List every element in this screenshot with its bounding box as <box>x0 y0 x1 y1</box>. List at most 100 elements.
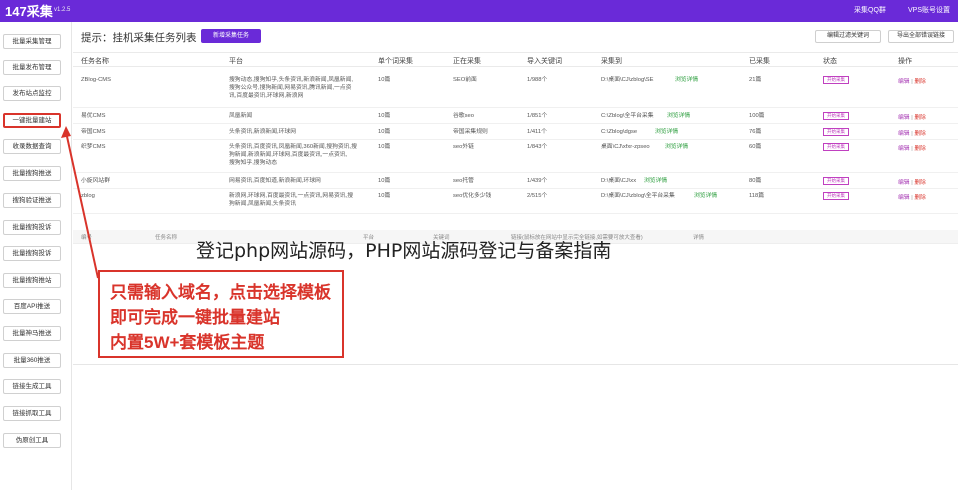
start-collect-button[interactable]: 开始采集 <box>823 76 849 84</box>
collected-count: 21篇 <box>749 77 762 83</box>
col-task-name: 任务名称 <box>81 58 109 65</box>
collected-count: 80篇 <box>749 178 762 184</box>
col-collected: 已采集 <box>749 58 770 65</box>
top-bar: 147采集 v1.2.5 采集QQ群 VPS账号设置 <box>0 0 958 22</box>
task-name: 织梦CMS <box>81 144 106 150</box>
new-task-button[interactable]: 新增采集任务 <box>201 29 261 43</box>
keyword-progress: 2/515个 <box>527 193 548 199</box>
collect-path: D:\桌面\CJ\xx <box>601 178 637 184</box>
view-details-link[interactable]: 浏览详情 <box>644 177 667 185</box>
delete-link[interactable]: 删除 <box>914 146 926 152</box>
task-name: zblog <box>81 193 95 199</box>
sidebar-item-sogou-push[interactable]: 批量搜狗推送 <box>3 166 61 181</box>
sidebar-item-sogou-verify-push[interactable]: 搜狗验证推送 <box>3 193 61 208</box>
delete-link[interactable]: 删除 <box>914 180 926 186</box>
table-row: ZBlog-CMS 搜狗动态,搜狗知乎,头条资讯,新浪新闻,凤凰新闻, 搜狗公众… <box>73 74 958 108</box>
sidebar-item-site-monitor[interactable]: 发布站点监控 <box>3 86 61 101</box>
view-details-link[interactable]: 浏览详情 <box>655 128 678 136</box>
collecting-keyword: 帝国采集规则 <box>453 129 488 135</box>
start-collect-button[interactable]: 开始采集 <box>823 177 849 185</box>
table-row: 帝国CMS 头条资讯,新浪新闻,环球网 10篇 帝国采集规则 1/411个 C:… <box>73 125 958 140</box>
collected-count: 118篇 <box>749 193 765 199</box>
platform-line: 网易资讯,百度知道,新浪新闻,环球网 <box>229 178 321 184</box>
edit-link[interactable]: 编辑 <box>898 195 910 201</box>
single-count: 10篇 <box>378 178 391 184</box>
col-task-name-2: 任务名称 <box>155 235 178 241</box>
col-collecting: 正在采集 <box>453 58 481 65</box>
task-name: ZBlog-CMS <box>81 77 111 83</box>
sidebar-item-index-query[interactable]: 收录数据查询 <box>3 139 61 154</box>
col-collect-to: 采集到 <box>601 58 622 65</box>
sidebar: 批量采集管理 批量发布管理 发布站点监控 一键批量建站 收录数据查询 批量搜狗推… <box>0 22 72 490</box>
app-logo: 147采集 <box>5 4 53 19</box>
collect-path: C:\Zblog\dgse <box>601 129 638 135</box>
view-details-link[interactable]: 浏览详情 <box>694 192 717 200</box>
keyword-progress: 1/851个 <box>527 113 548 119</box>
row-actions: 编辑 | 删除 <box>898 192 926 201</box>
table-header: 任务名称 平台 单个词采集 正在采集 导入关键词 采集到 已采集 状态 操作 <box>73 52 958 67</box>
sidebar-item-sogou-complaint[interactable]: 批量搜狗投诉 <box>3 220 61 235</box>
view-details-link[interactable]: 浏览详情 <box>665 143 688 151</box>
edit-link[interactable]: 编辑 <box>898 180 910 186</box>
table-row: 织梦CMS 头条资讯,百度资讯,凤凰新闻,360新闻,搜狗资讯,搜 狗新闻,新浪… <box>73 141 958 173</box>
sidebar-item-baidu-api-push[interactable]: 百度API推送 <box>3 299 61 314</box>
sidebar-item-sogou-site-push[interactable]: 批量搜狗推站 <box>3 273 61 288</box>
collecting-keyword: seo外链 <box>453 144 474 150</box>
sidebar-item-link-generator[interactable]: 链接生成工具 <box>3 379 61 394</box>
delete-link[interactable]: 删除 <box>914 115 926 121</box>
row-actions: 编辑 | 删除 <box>898 143 926 152</box>
sidebar-item-batch-collect[interactable]: 批量采集管理 <box>3 34 61 49</box>
sidebar-item-link-crawler[interactable]: 链接抓取工具 <box>3 406 61 421</box>
col-number: 编号 <box>81 235 93 241</box>
sidebar-item-sogou-complaint-2[interactable]: 批量搜狗投诉 <box>3 246 61 261</box>
delete-link[interactable]: 删除 <box>914 131 926 137</box>
platform-line: 狗新闻,凤凰新闻,头条资讯 <box>229 201 296 207</box>
overlay-title: 登记php网站源码，PHP网站源码登记与备案指南 <box>196 240 612 262</box>
collected-count: 76篇 <box>749 129 762 135</box>
edit-link[interactable]: 编辑 <box>898 79 910 85</box>
collecting-keyword: seo优化多少钱 <box>453 193 492 199</box>
start-collect-button[interactable]: 开始采集 <box>823 112 849 120</box>
collecting-keyword: seo托管 <box>453 178 474 184</box>
delete-link[interactable]: 删除 <box>914 195 926 201</box>
callout-line-2: 即可完成一键批量建站 <box>110 308 280 327</box>
task-name: 帝国CMS <box>81 129 106 135</box>
collect-path: C:\Zblog\全平台采集 <box>601 113 654 119</box>
collected-count: 100篇 <box>749 113 765 119</box>
sidebar-item-pseudo-original[interactable]: 伪原创工具 <box>3 433 61 448</box>
collect-path: 桌面\CJ\xfxr-zpseo <box>601 144 650 150</box>
start-collect-button[interactable]: 开始采集 <box>823 128 849 136</box>
view-details-link[interactable]: 浏览详情 <box>675 76 698 84</box>
platform-line: 搜狗动态,搜狗知乎,头条资讯,新浪新闻,凤凰新闻, <box>229 77 353 83</box>
edit-link[interactable]: 编辑 <box>898 146 910 152</box>
single-count: 10篇 <box>378 77 391 83</box>
callout-line-3: 内置5W+套模板主题 <box>110 333 265 352</box>
keyword-progress: 1/843个 <box>527 144 548 150</box>
col-status: 状态 <box>823 58 837 65</box>
delete-link[interactable]: 删除 <box>914 79 926 85</box>
nav-qq-group[interactable]: 采集QQ群 <box>854 5 886 15</box>
sidebar-item-one-click-build[interactable]: 一键批量建站 <box>3 113 61 128</box>
platform-line: 狗新闻,新浪新闻,环球网,百度最资讯,一点资讯, <box>229 152 348 158</box>
edit-link[interactable]: 编辑 <box>898 115 910 121</box>
sidebar-item-shenma-push[interactable]: 批量神马推送 <box>3 326 61 341</box>
keyword-progress: 1/988个 <box>527 77 548 83</box>
view-details-link[interactable]: 浏览详情 <box>667 112 690 120</box>
divider <box>73 364 958 365</box>
keyword-progress: 1/411个 <box>527 129 547 135</box>
edit-filter-keywords-button[interactable]: 编辑过滤关键词 <box>815 30 881 43</box>
nav-vps-settings[interactable]: VPS账号设置 <box>908 5 950 15</box>
row-actions: 编辑 | 删除 <box>898 76 926 85</box>
table-row: 易优CMS 凤凰新闻 10篇 谷歌seo 1/851个 C:\Zblog\全平台… <box>73 109 958 124</box>
start-collect-button[interactable]: 开始采集 <box>823 143 849 151</box>
table-row: zblog 新浪网,环球网,百度最资讯,一点资讯,网易资讯,搜 狗新闻,凤凰新闻… <box>73 190 958 214</box>
single-count: 10篇 <box>378 144 391 150</box>
edit-link[interactable]: 编辑 <box>898 131 910 137</box>
row-actions: 编辑 | 删除 <box>898 128 926 137</box>
sidebar-item-batch-publish[interactable]: 批量发布管理 <box>3 60 61 75</box>
export-error-links-button[interactable]: 导出全部错误链接 <box>888 30 954 43</box>
sidebar-item-360-push[interactable]: 批量360推送 <box>3 353 61 368</box>
start-collect-button[interactable]: 开始采集 <box>823 192 849 200</box>
platform-line: 新浪网,环球网,百度最资讯,一点资讯,网易资讯,搜 <box>229 193 353 199</box>
collect-path: D:\桌面\CJ\zblog\全平台采集 <box>601 193 675 199</box>
